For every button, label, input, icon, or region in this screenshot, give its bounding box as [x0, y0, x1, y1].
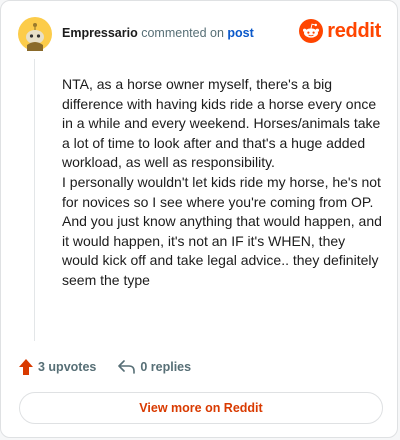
header-action-text: commented on — [141, 26, 224, 40]
comment-actions: 3 upvotes 0 replies — [19, 359, 191, 375]
comment-paragraph: I personally wouldn't let kids ride my h… — [62, 173, 382, 288]
comment-header: Empressario commented on post — [62, 26, 254, 40]
avatar-icon[interactable] — [18, 17, 52, 51]
replies-button[interactable]: 0 replies — [118, 360, 191, 374]
comment-body: NTA, as a horse owner myself, there's a … — [62, 75, 382, 291]
view-more-button[interactable]: View more on Reddit — [19, 392, 383, 424]
reply-arrow-icon — [118, 360, 136, 374]
upvote-count: 3 upvotes — [38, 360, 97, 374]
view-more-label: View more on Reddit — [139, 401, 263, 415]
comment-card: Empressario commented on post reddit NTA… — [0, 0, 398, 438]
brand-name: reddit — [327, 19, 381, 42]
author-name[interactable]: Empressario — [62, 26, 138, 40]
upvote-arrow-icon — [19, 359, 33, 375]
thread-line — [34, 59, 35, 341]
comment-paragraph: NTA, as a horse owner myself, there's a … — [62, 76, 381, 171]
reply-count: 0 replies — [140, 360, 192, 374]
reddit-brand[interactable]: reddit — [299, 19, 381, 43]
reddit-logo-icon — [299, 19, 324, 43]
post-link[interactable]: post — [227, 26, 253, 40]
upvote-button[interactable]: 3 upvotes — [19, 359, 96, 375]
